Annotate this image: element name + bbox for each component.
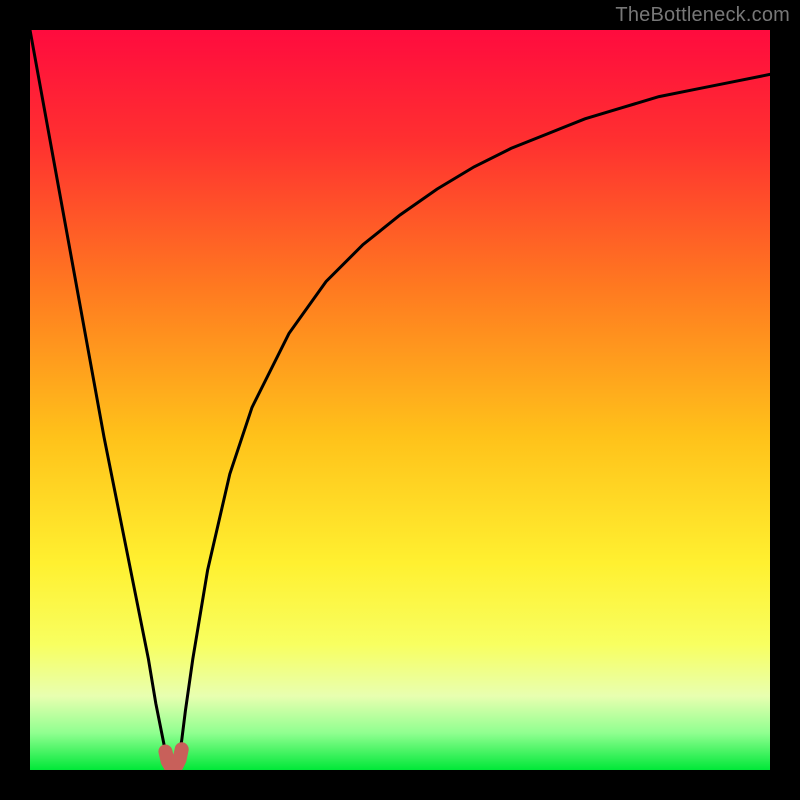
gradient-background: [30, 30, 770, 770]
watermark-text: TheBottleneck.com: [615, 4, 790, 27]
bottleneck-chart: [30, 30, 770, 770]
chart-frame: [30, 30, 770, 770]
